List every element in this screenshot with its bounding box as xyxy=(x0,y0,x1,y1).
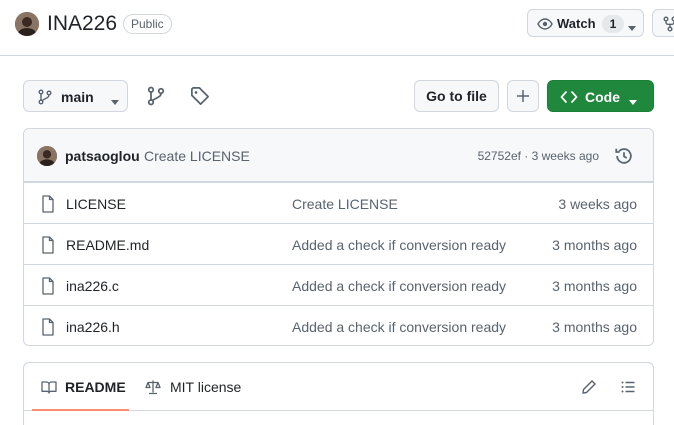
table-row[interactable]: ina226.h Added a check if conversion rea… xyxy=(24,305,653,345)
commit-author[interactable]: patsaoglou xyxy=(65,148,140,164)
file-table: patsaoglou Create LICENSE 52752ef · 3 we… xyxy=(23,128,654,346)
plus-icon xyxy=(517,90,529,102)
file-name[interactable]: LICENSE xyxy=(66,196,126,212)
readme-tabs: README MIT license xyxy=(24,363,653,411)
book-icon xyxy=(41,379,57,400)
chevron-down-icon xyxy=(629,93,637,109)
go-to-file-button[interactable]: Go to file xyxy=(414,80,499,112)
fork-icon xyxy=(663,16,674,32)
law-icon xyxy=(145,379,161,400)
file-icon xyxy=(40,195,56,216)
repo-header: INA226 Public Watch 1 xyxy=(0,0,674,56)
file-commit-date: 3 months ago xyxy=(552,237,637,253)
file-name[interactable]: ina226.c xyxy=(66,278,119,294)
file-commit-message[interactable]: Create LICENSE xyxy=(292,196,398,212)
tab-readme[interactable]: README xyxy=(32,363,129,411)
chevron-down-icon xyxy=(111,93,119,109)
branch-select-button[interactable]: main xyxy=(23,80,128,112)
latest-commit-bar: patsaoglou Create LICENSE 52752ef · 3 we… xyxy=(24,129,653,182)
file-icon xyxy=(40,277,56,298)
visibility-badge: Public xyxy=(123,14,172,34)
commit-message[interactable]: Create LICENSE xyxy=(144,148,250,164)
repo-name[interactable]: INA226 xyxy=(47,10,117,38)
branch-icon xyxy=(37,89,53,108)
tab-license[interactable]: MIT license xyxy=(137,363,247,411)
fork-button[interactable] xyxy=(652,9,674,37)
file-commit-date: 3 months ago xyxy=(552,278,637,294)
watch-button[interactable]: Watch 1 xyxy=(527,9,644,37)
tab-license-label: MIT license xyxy=(170,379,242,395)
table-row[interactable]: LICENSE Create LICENSE 3 weeks ago xyxy=(24,182,653,223)
table-row[interactable]: ina226.c Added a check if conversion rea… xyxy=(24,264,653,305)
code-label: Code xyxy=(585,89,620,105)
chevron-down-icon xyxy=(628,20,636,35)
file-commit-message[interactable]: Added a check if conversion ready xyxy=(292,319,506,335)
file-commit-date: 3 weeks ago xyxy=(558,196,637,212)
list-outline-icon[interactable] xyxy=(620,379,636,400)
file-commit-message[interactable]: Added a check if conversion ready xyxy=(292,278,506,294)
readme-panel: README MIT license xyxy=(23,362,654,425)
file-commit-date: 3 months ago xyxy=(552,319,637,335)
tag-icon xyxy=(191,87,209,105)
eye-icon xyxy=(537,16,553,35)
watch-label: Watch xyxy=(557,16,596,31)
code-button[interactable]: Code xyxy=(547,80,654,112)
file-name[interactable]: README.md xyxy=(66,237,149,253)
code-icon xyxy=(560,89,578,108)
branches-icon xyxy=(147,86,165,106)
file-icon xyxy=(40,318,56,339)
table-row[interactable]: README.md Added a check if conversion re… xyxy=(24,223,653,264)
pencil-icon[interactable] xyxy=(581,379,597,400)
tab-readme-label: README xyxy=(65,379,126,395)
file-name[interactable]: ina226.h xyxy=(66,319,120,335)
watch-count: 1 xyxy=(602,15,624,33)
add-file-button[interactable] xyxy=(507,80,539,112)
commit-meta[interactable]: 52752ef · 3 weeks ago xyxy=(478,149,599,163)
history-icon[interactable] xyxy=(614,146,634,171)
file-commit-message[interactable]: Added a check if conversion ready xyxy=(292,237,506,253)
repo-page: INA226 Public Watch 1 main Go to file Co… xyxy=(0,0,674,425)
avatar[interactable] xyxy=(37,146,57,166)
owner-avatar[interactable] xyxy=(15,12,39,36)
branches-link[interactable] xyxy=(146,86,166,106)
tags-link[interactable] xyxy=(190,86,210,106)
branch-name: main xyxy=(61,89,94,105)
file-icon xyxy=(40,236,56,257)
